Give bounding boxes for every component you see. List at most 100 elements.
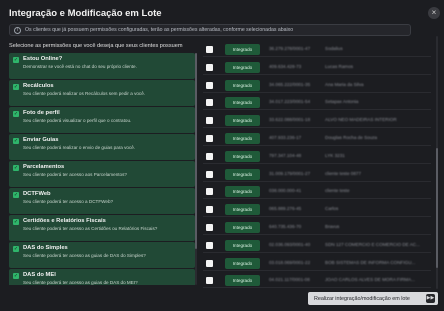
client-document: 065.889.276-45 [269, 206, 302, 212]
permission-item[interactable]: ✓ Enviar Guias Seu cliente poderá realizar… [9, 134, 195, 160]
client-name: Douglas Rocha de Souza [325, 135, 378, 140]
client-document: 04.021.117/0001-08 [269, 277, 310, 283]
clients-scrollbar[interactable] [436, 36, 438, 289]
permission-description: Seu cliente poderá realizar o envio de g… [23, 145, 136, 150]
permissions-list: ✓ Estou Online? Demonstrar se você está no… [9, 53, 197, 285]
checkbox-checked-icon[interactable]: ✓ [13, 111, 19, 117]
permission-item[interactable]: ✓ Certidões e Relatórios Fiscais Seu clien… [9, 215, 195, 241]
client-row[interactable]: Integrado 33.622.088/0001-18 ALVO NEO MADE… [203, 114, 431, 129]
permission-title: DCTFWeb [23, 191, 51, 197]
client-checkbox[interactable] [206, 46, 213, 53]
scroll-thumb[interactable] [195, 53, 197, 249]
client-checkbox[interactable] [206, 206, 213, 214]
client-row[interactable]: Integrado 797.347.104-48 LYK 3231 [203, 150, 431, 164]
checkbox-checked-icon[interactable]: ✓ [13, 84, 19, 90]
client-checkbox[interactable] [206, 170, 213, 178]
status-badge: Integrado [225, 239, 260, 251]
client-name: Carlos [325, 206, 339, 212]
permission-item[interactable]: ✓ Estou Online? Demonstrar se você está no… [9, 53, 195, 79]
client-document: 797.347.104-48 [269, 152, 302, 158]
modal-header: Integração e Modificação em Lote [9, 7, 429, 21]
status-badge: Integrado [225, 115, 260, 127]
client-checkbox[interactable] [206, 259, 213, 267]
client-name: ALVO NEO MADEIRAS INTERIOR [325, 117, 397, 123]
checkbox-checked-icon[interactable]: ✓ [13, 192, 19, 198]
client-checkbox[interactable] [206, 117, 213, 125]
permission-item[interactable]: ✓ Recálculos Seu cliente poderá realizar o… [9, 80, 195, 106]
client-row[interactable]: Integrado 065.889.276-45 Carlos [203, 203, 431, 218]
client-checkbox[interactable] [206, 135, 213, 142]
client-row[interactable]: Integrado 36.279.278/0001-47 Sodalius [203, 43, 431, 57]
permission-item[interactable]: ✓ Parcelamentos Seu cliente poderá ter ace… [9, 161, 195, 187]
client-document: 038.000.000-41 [269, 188, 302, 194]
checkbox-checked-icon[interactable]: ✓ [13, 273, 19, 279]
client-document: 02.036.093/0001-40 [269, 241, 311, 247]
checkbox-checked-icon[interactable]: ✓ [13, 138, 19, 144]
client-document: 36.279.278/0001-47 [269, 46, 311, 51]
client-row[interactable]: Integrado 34.017.223/0001-54 Setapax Anton… [203, 96, 431, 111]
permission-item[interactable]: ✓ DAS do Simples Seu cliente poderá ter ac… [9, 242, 195, 268]
scroll-thumb[interactable] [436, 148, 438, 268]
permission-description: Seu cliente poderá ter acesso a DCTFWeb? [23, 199, 114, 204]
checkbox-checked-icon[interactable]: ✓ [13, 57, 19, 63]
permissions-scrollbar[interactable] [195, 53, 197, 285]
client-name: Bravus [325, 224, 340, 229]
client-document: 407.933.236-17 [269, 135, 302, 140]
client-document: 409.634.428-73 [269, 63, 302, 69]
client-row[interactable]: Integrado 03.018.069/0001-22 BOB SISTEMAS … [203, 257, 431, 271]
client-checkbox[interactable] [206, 277, 213, 285]
batch-integration-modal: Integração e Modificação em Lote × i Os … [0, 0, 444, 311]
client-row[interactable]: Integrado 34.065.222/0001-35 Ana Maria da … [203, 79, 431, 93]
client-name: JOAO CARLOS ALVES DE MORA FIRMA... [325, 277, 416, 283]
client-row[interactable]: Integrado 038.000.000-41 cliente teste [203, 185, 431, 200]
info-text: Os clientes que já possuem permissões co… [25, 27, 294, 33]
client-row[interactable]: Integrado 407.933.236-17 Douglas Rocha de … [203, 132, 431, 146]
checkbox-checked-icon[interactable]: ✓ [13, 246, 19, 252]
client-name: cliente teste [325, 188, 350, 194]
status-badge: Integrado [225, 275, 260, 287]
status-badge: Integrado [225, 150, 260, 162]
client-checkbox[interactable] [206, 99, 213, 107]
checkbox-checked-icon[interactable]: ✓ [13, 219, 19, 225]
client-name: Lucas Ramos [325, 63, 354, 69]
client-row[interactable]: Integrado 409.634.428-73 Lucas Ramos [203, 61, 431, 75]
permission-title: Certidões e Relatórios Fiscais [23, 218, 106, 224]
client-row[interactable]: Integrado 31.009.179/0001-27 cliente teste… [203, 168, 431, 182]
permission-description: Seu cliente poderá ter acesso aos Parcel… [23, 172, 127, 177]
checkbox-checked-icon[interactable]: ✓ [13, 165, 19, 171]
fast-forward-icon: ▶▶ [426, 294, 435, 303]
status-badge: Integrado [225, 61, 260, 73]
batch-integrate-label: Realizar integração/modificação em lote [314, 295, 410, 302]
client-name: Sodalius [325, 46, 343, 51]
permission-item[interactable]: ✓ DCTFWeb Seu cliente poderá ter acesso a … [9, 188, 195, 214]
permission-title: Foto de perfil [23, 110, 60, 116]
status-badge: Integrado [225, 222, 260, 233]
status-badge: Integrado [225, 97, 260, 109]
client-row[interactable]: Integrado 04.021.117/0001-08 JOAO CARLOS A… [203, 274, 431, 289]
permission-title: Enviar Guias [23, 137, 59, 143]
clients-list: Integrado 36.279.278/0001-47 Sodalius Integ… [203, 36, 436, 289]
permission-item[interactable]: ✓ Foto de perfil Seu cliente poderá visual… [9, 107, 195, 133]
client-document: 640.735.436-70 [269, 224, 302, 229]
close-icon[interactable]: × [428, 7, 440, 19]
status-badge: Integrado [225, 168, 260, 180]
permission-item[interactable]: ✓ DAS do MEI Seu cliente poderá ter acesso… [9, 269, 195, 285]
client-document: 33.622.088/0001-18 [269, 117, 311, 123]
client-name: SDN 127 COMERCIO E COMERCIO DE AC... [325, 241, 420, 247]
client-checkbox[interactable] [206, 224, 213, 231]
client-checkbox[interactable] [206, 152, 213, 160]
batch-integrate-button[interactable]: Realizar integração/modificação em lote … [308, 292, 438, 305]
client-row[interactable]: Integrado 02.036.093/0001-40 SDN 127 COMER… [203, 239, 431, 253]
client-checkbox[interactable] [206, 63, 213, 71]
permission-title: DAS do Simples [23, 245, 68, 251]
client-checkbox[interactable] [206, 241, 213, 249]
info-banner: i Os clientes que já possuem permissões … [9, 24, 411, 36]
client-document: 34.065.222/0001-35 [269, 81, 311, 87]
permission-description: Seu cliente poderá visualizar o perfil q… [23, 118, 132, 123]
status-badge: Integrado [225, 44, 260, 55]
client-checkbox[interactable] [206, 188, 213, 196]
client-row[interactable]: Integrado 640.735.436-70 Bravus [203, 221, 431, 235]
client-name: LYK 3231 [325, 152, 345, 158]
status-badge: Integrado [225, 79, 260, 91]
client-checkbox[interactable] [206, 81, 213, 89]
